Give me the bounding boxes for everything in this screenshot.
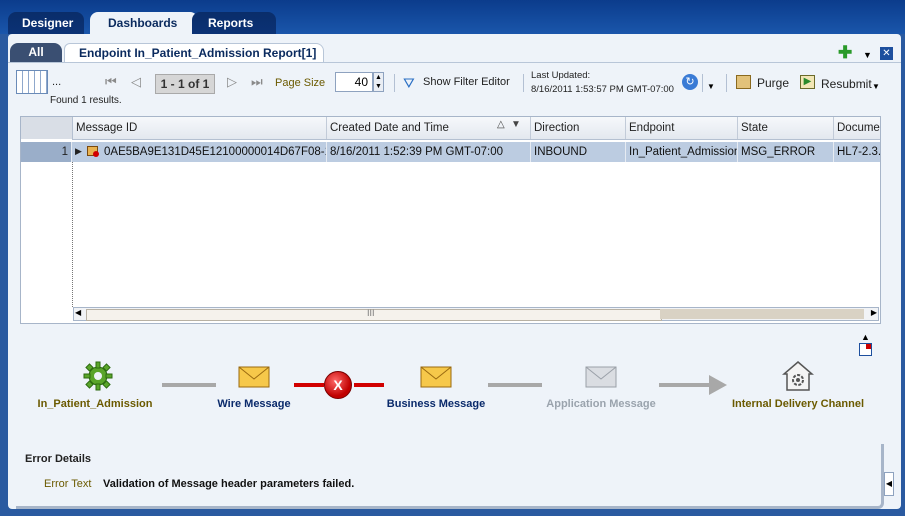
error-message-icon: [87, 146, 99, 157]
expand-row-icon[interactable]: ▶: [75, 146, 82, 157]
column-divider: [72, 162, 73, 307]
tab-all[interactable]: All: [10, 43, 62, 62]
column-header-state[interactable]: State: [738, 117, 834, 139]
node-label-business-message[interactable]: Business Message: [366, 398, 506, 410]
grid-view-icon[interactable]: [16, 70, 48, 94]
chevron-down-icon[interactable]: ▼: [872, 80, 880, 94]
resubmit-icon[interactable]: ▶: [800, 75, 815, 89]
last-page-icon[interactable]: ⏭: [251, 74, 263, 90]
gear-icon: [83, 361, 113, 391]
page-size-input[interactable]: [335, 72, 373, 92]
purge-icon[interactable]: [736, 75, 751, 89]
purge-button[interactable]: Purge: [757, 76, 789, 90]
prev-page-icon[interactable]: ◁: [131, 74, 141, 90]
node-label-internal-delivery-channel[interactable]: Internal Delivery Channel: [708, 398, 888, 410]
envelope-icon: [420, 366, 452, 388]
error-details-title: Error Details: [25, 453, 92, 465]
scrollbar-track[interactable]: [660, 309, 864, 319]
refresh-icon[interactable]: ↻: [682, 74, 698, 90]
error-text-label: Error Text: [44, 478, 92, 490]
message-table: Message ID Created Date and Time △ ▼ Dir…: [20, 116, 881, 324]
node-label-endpoint[interactable]: In_Patient_Admission: [9, 398, 181, 410]
grid-menu[interactable]: ...: [52, 76, 61, 88]
filter-icon[interactable]: ⛛: [403, 76, 415, 90]
report-tab-bar: All Endpoint In_Patient_Admission Report…: [8, 38, 901, 63]
column-header-document[interactable]: Docume: [834, 117, 880, 139]
node-label-wire-message[interactable]: Wire Message: [184, 398, 324, 410]
flow-arrow: [659, 383, 711, 387]
cell-created: 8/16/2011 1:52:39 PM GMT-07:00: [327, 142, 531, 162]
horizontal-scrollbar[interactable]: ◀ III ▶: [73, 307, 879, 321]
error-connector: [354, 383, 384, 387]
node-label-application-message: Application Message: [546, 398, 656, 410]
chevron-down-icon[interactable]: ▼: [707, 80, 715, 94]
top-tab-bar: Designer Dashboards Reports: [0, 0, 905, 34]
row-number: 1: [21, 142, 72, 162]
found-count: Found 1 results.: [50, 95, 122, 106]
expand-side-icon[interactable]: ◀: [884, 472, 894, 496]
page-size-stepper[interactable]: ▲ ▼: [373, 72, 384, 92]
sort-descending-icon[interactable]: ▼: [511, 119, 521, 130]
resubmit-button[interactable]: Resubmit: [821, 77, 872, 91]
flow-connector: [162, 383, 216, 387]
toolbar-divider: [702, 74, 703, 92]
scroll-left-icon[interactable]: ◀: [75, 308, 81, 317]
scroll-right-icon[interactable]: ▶: [871, 308, 877, 317]
pager-label: 1 - 1 of 1: [155, 74, 215, 94]
page-size-label: Page Size: [275, 77, 326, 89]
sort-ascending-icon[interactable]: △: [497, 119, 505, 130]
close-icon[interactable]: ✕: [880, 47, 893, 60]
chevron-down-icon[interactable]: ▼: [863, 48, 872, 62]
flow-connector: [488, 383, 542, 387]
column-header-endpoint[interactable]: Endpoint: [626, 117, 738, 139]
toolbar-divider: [726, 74, 727, 92]
envelope-icon: [585, 366, 617, 388]
arrow-head-icon: [709, 375, 727, 395]
cell-direction: INBOUND: [531, 142, 626, 162]
tab-reports[interactable]: Reports: [192, 12, 276, 34]
first-page-icon[interactable]: ⏮: [105, 74, 117, 90]
table-header: Message ID Created Date and Time △ ▼ Dir…: [21, 117, 880, 140]
last-updated-value: 8/16/2011 1:53:57 PM GMT-07:00: [531, 84, 674, 95]
column-header-message-id[interactable]: Message ID: [73, 117, 327, 139]
add-icon[interactable]: ✚: [838, 44, 852, 61]
last-updated-label: Last Updated:: [531, 70, 591, 81]
show-filter-editor-button[interactable]: Show Filter Editor: [423, 76, 510, 88]
error-text-value: Validation of Message header parameters …: [103, 478, 355, 490]
cell-endpoint: In_Patient_Admission: [626, 142, 738, 162]
dashboard-panel: All Endpoint In_Patient_Admission Report…: [8, 34, 901, 509]
toolbar-divider: [523, 74, 524, 92]
next-page-icon[interactable]: ▷: [227, 74, 237, 90]
envelope-icon: [238, 366, 270, 388]
row-number-column: [21, 139, 72, 323]
toolbar-divider: [394, 74, 395, 92]
cell-state: MSG_ERROR: [738, 142, 834, 162]
cell-document: HL7-2.3.: [837, 146, 880, 158]
scrollbar-thumb[interactable]: III: [86, 308, 662, 321]
tab-designer[interactable]: Designer: [8, 12, 84, 34]
cell-message-id: 0AE5BA9E131D45E12100000014D67F08-1: [101, 142, 327, 162]
tab-dashboards[interactable]: Dashboards: [90, 12, 198, 34]
detach-icon[interactable]: [859, 343, 872, 356]
error-connector: [294, 383, 324, 387]
collapse-up-icon[interactable]: ▲: [861, 330, 870, 344]
column-header-direction[interactable]: Direction: [531, 117, 626, 139]
error-details-panel: [16, 444, 884, 509]
tab-endpoint-report[interactable]: Endpoint In_Patient_Admission Report[1]: [64, 43, 324, 62]
row-number-header: [21, 117, 73, 139]
error-icon[interactable]: X: [324, 371, 352, 399]
scrollbar-grip: III: [367, 308, 375, 318]
house-gear-icon: [782, 361, 814, 391]
